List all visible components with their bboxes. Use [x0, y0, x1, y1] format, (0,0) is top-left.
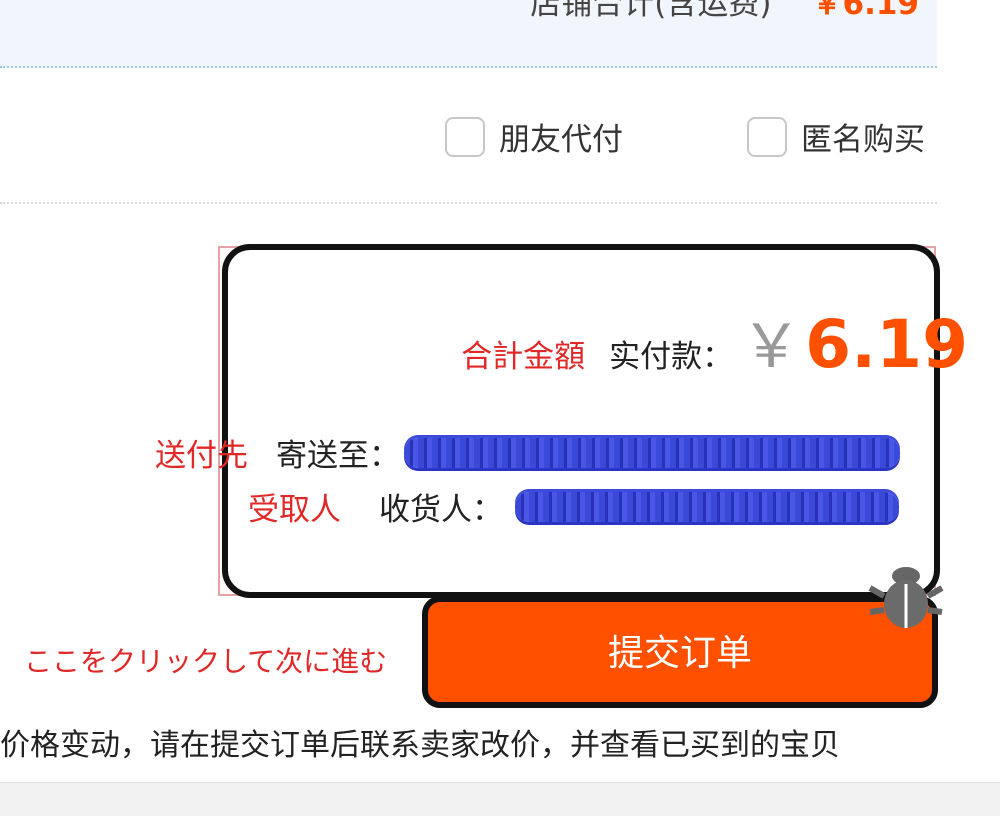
friend-pay-label: 朋友代付	[499, 122, 623, 158]
submit-order-button[interactable]: 提交订单	[422, 596, 938, 708]
address-redaction	[404, 437, 900, 468]
total-annotation: 合計金額	[461, 339, 586, 375]
address-label: 寄送至：	[276, 438, 400, 474]
total-row: 合計金額 实付款： ￥ 6.19	[461, 298, 968, 385]
bug-icon[interactable]	[868, 562, 944, 634]
address-annotation: 送付先	[155, 438, 248, 474]
bottom-bar	[0, 782, 1000, 816]
anonymous-label: 匿名购买	[801, 122, 925, 158]
receiver-label: 收货人：	[379, 492, 503, 528]
friend-pay-option[interactable]: 朋友代付	[445, 114, 623, 159]
store-total-amount: ￥6.19	[811, 0, 920, 22]
address-row: 送付先 寄送至：	[155, 430, 900, 475]
total-amount: 6.19	[805, 306, 968, 383]
payment-options: 朋友代付 匿名购买	[0, 108, 937, 168]
click-annotation: ここをクリックして次に進む	[24, 645, 388, 678]
store-total-label: 店铺合计(含运费)	[530, 0, 772, 22]
receiver-row: 受取人 收货人：	[248, 484, 899, 529]
receiver-annotation: 受取人	[248, 492, 341, 528]
store-total: 店铺合计(含运费) ￥6.19	[530, 0, 919, 23]
submit-order-label: 提交订单	[607, 633, 752, 674]
receiver-redaction	[515, 491, 899, 522]
currency-symbol: ￥	[741, 312, 802, 382]
anonymous-option[interactable]: 匿名购买	[747, 114, 925, 159]
divider	[0, 202, 937, 204]
price-change-notice: 价格变动，请在提交订单后联系卖家改价，并查看已买到的宝贝	[0, 728, 840, 763]
store-total-band: 店铺合计(含运费) ￥6.19	[0, 0, 937, 68]
friend-pay-checkbox[interactable]	[445, 116, 485, 157]
anonymous-checkbox[interactable]	[747, 116, 787, 157]
total-label: 实付款：	[609, 339, 734, 375]
